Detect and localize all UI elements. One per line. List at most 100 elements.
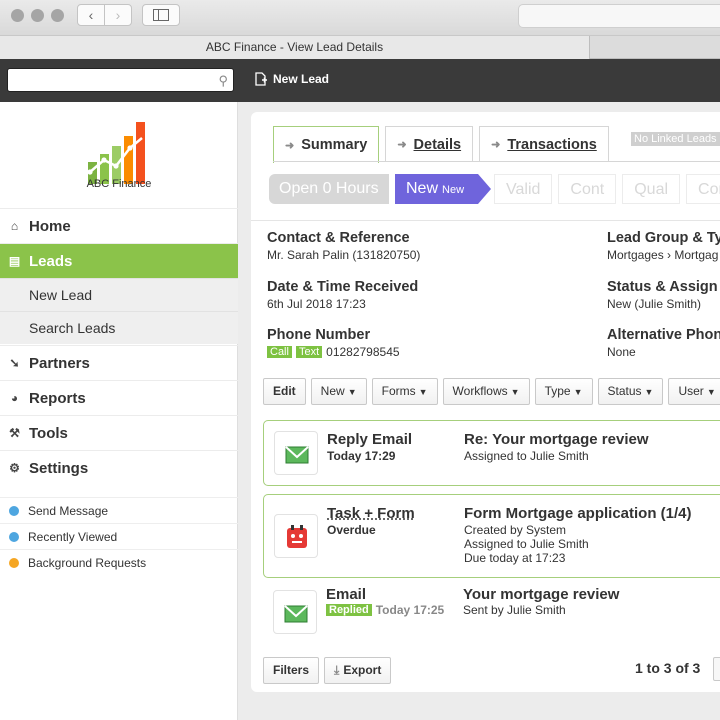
caret-down-icon: ▼ xyxy=(347,387,357,397)
dropdown-label: Status xyxy=(607,384,642,398)
task-icon-box xyxy=(274,514,318,558)
logo-text: ABC Finance xyxy=(86,178,152,190)
phone-value-row: Call Text 01282798545 xyxy=(267,345,400,359)
forms-dropdown[interactable]: Forms ▼ xyxy=(371,378,438,405)
chevron-left-icon: ‹ xyxy=(88,7,94,23)
new-lead-button[interactable]: New Lead xyxy=(255,72,329,86)
edit-button[interactable]: Edit xyxy=(263,378,306,405)
dropdown-label: User xyxy=(678,384,704,398)
reports-icon: ◕ xyxy=(10,391,19,405)
call-button[interactable]: Call xyxy=(267,346,292,358)
pagination-button[interactable] xyxy=(713,657,720,681)
event-detail: Due today at 17:23 xyxy=(464,551,566,565)
caret-down-icon: ▼ xyxy=(644,387,654,397)
sidebar-link-label: Background Requests xyxy=(28,555,147,570)
sidebar-item-label: Settings xyxy=(29,459,89,477)
partners-icon: ➘ xyxy=(9,356,20,370)
event-title: Your mortgage review xyxy=(463,586,620,603)
wrench-icon: ⚒ xyxy=(9,426,20,440)
close-window-button[interactable] xyxy=(11,9,24,22)
event-type: Reply Email xyxy=(327,431,413,448)
tab-summary[interactable]: ➜ Summary xyxy=(273,126,380,163)
lead-details-panel: ➜ Summary ➜ Details ➜ Transactions No Li… xyxy=(251,112,720,692)
dropdown-label: New xyxy=(320,384,345,398)
event-detail: Created by System xyxy=(464,523,567,537)
export-button[interactable]: ⤓ Export xyxy=(324,657,392,684)
back-button[interactable]: ‹ xyxy=(77,4,105,26)
search-icon[interactable]: ⚲ xyxy=(218,73,228,89)
caret-down-icon: ▼ xyxy=(573,387,583,397)
sidebar-item-home[interactable]: ⌂ Home xyxy=(0,208,238,243)
tab-label: Transactions xyxy=(507,136,597,153)
sidebar-link-send-message[interactable]: Send Message xyxy=(0,497,238,523)
info-value: New (Julie Smith) xyxy=(607,297,702,311)
browser-tab-active[interactable]: ABC Finance - View Lead Details xyxy=(0,36,590,59)
sidebar-subitem-new-lead[interactable]: New Lead xyxy=(0,278,238,311)
clock-icon xyxy=(9,531,19,542)
info-heading: Alternative Phon xyxy=(607,327,720,343)
event-detail: Assigned to Julie Smith xyxy=(464,537,589,551)
email-icon-box xyxy=(274,431,318,475)
event-time: Today 17:25 xyxy=(375,603,445,617)
sidebar-link-recently-viewed[interactable]: Recently Viewed xyxy=(0,523,238,549)
cog-icon xyxy=(9,557,19,568)
event-card-task-form[interactable]: Task + Form Overdue Form Mortgage applic… xyxy=(263,494,720,578)
tab-details[interactable]: ➜ Details xyxy=(385,126,474,162)
arrow-right-icon: ➜ xyxy=(285,139,295,152)
new-dropdown[interactable]: New ▼ xyxy=(310,378,367,405)
new-lead-label: New Lead xyxy=(273,72,330,86)
sidebar-toggle-button[interactable] xyxy=(142,4,180,26)
tab-transactions[interactable]: ➜ Transactions xyxy=(479,126,609,162)
export-label: Export xyxy=(343,663,382,677)
stage-qual[interactable]: Qual xyxy=(622,174,681,204)
type-dropdown[interactable]: Type ▼ xyxy=(534,378,593,405)
contact-reference: Contact & Reference Mr. Sarah Palin (131… xyxy=(267,230,420,262)
sidebar-item-label: Partners xyxy=(29,354,90,372)
stage-conv[interactable]: Conv xyxy=(686,174,720,204)
stage-sublabel: New xyxy=(442,184,465,196)
stage-new-current[interactable]: New New xyxy=(395,174,492,204)
status-dropdown[interactable]: Status ▼ xyxy=(597,378,664,405)
sidebar-item-leads[interactable]: ▤ Leads xyxy=(0,243,238,278)
status-assignment: Status & Assign New (Julie Smith) xyxy=(607,279,718,311)
filters-button[interactable]: Filters xyxy=(263,657,320,684)
stage-label: New xyxy=(406,180,439,197)
zoom-window-button[interactable] xyxy=(51,9,64,22)
info-heading: Lead Group & Ty xyxy=(607,230,720,246)
sidebar-item-reports[interactable]: ◕ Reports xyxy=(0,380,238,415)
lead-pipeline: Open 0 Hours NewNew Valid Cont Qual Conv xyxy=(269,174,720,204)
info-value: None xyxy=(607,345,636,359)
app-toolbar: ⚲ New Lead xyxy=(0,59,720,102)
lead-tabs: ➜ Summary ➜ Details ➜ Transactions xyxy=(273,126,615,163)
sidebar-item-tools[interactable]: ⚒ Tools xyxy=(0,415,238,450)
stage-cont[interactable]: Cont xyxy=(558,174,617,204)
stage-valid[interactable]: Valid xyxy=(494,174,553,204)
forward-button[interactable]: › xyxy=(104,4,132,26)
dropdown-label: Type xyxy=(544,384,571,398)
leads-icon: ▤ xyxy=(8,254,21,268)
download-icon: ⤓ xyxy=(334,663,340,677)
global-search-input[interactable]: ⚲ xyxy=(7,68,234,92)
email-envelope-icon xyxy=(284,605,308,623)
email-envelope-icon xyxy=(285,446,309,464)
event-card-reply-email[interactable]: Reply Email Today 17:29 Re: Your mortgag… xyxy=(263,420,720,486)
sidebar-link-background-requests[interactable]: Background Requests xyxy=(0,549,238,575)
date-time-received: Date & Time Received 6th Jul 2018 17:23 xyxy=(267,279,418,311)
minimize-window-button[interactable] xyxy=(31,9,44,22)
text-button[interactable]: Text xyxy=(295,346,323,358)
linked-leads-badge: No Linked Leads xyxy=(631,132,720,146)
sidebar-item-label: Reports xyxy=(29,389,86,407)
sidebar-subitem-search-leads[interactable]: Search Leads xyxy=(0,311,238,344)
message-icon xyxy=(9,505,19,516)
sidebar-item-settings[interactable]: ⚙ Settings xyxy=(0,450,238,485)
task-alarm-icon xyxy=(287,525,307,548)
window-titlebar: ‹ › xyxy=(0,0,720,36)
workflows-dropdown[interactable]: Workflows ▼ xyxy=(442,378,530,405)
sidebar-link-label: Recently Viewed xyxy=(28,529,118,544)
sidebar-item-partners[interactable]: ➘ Partners xyxy=(0,345,238,380)
email-icon-box xyxy=(273,590,317,634)
address-bar[interactable] xyxy=(518,4,720,28)
user-dropdown[interactable]: User ▼ xyxy=(668,378,720,405)
event-card-email[interactable]: Email Replied Today 17:25 Your mortgage … xyxy=(263,582,720,644)
info-heading: Status & Assign xyxy=(607,279,718,295)
